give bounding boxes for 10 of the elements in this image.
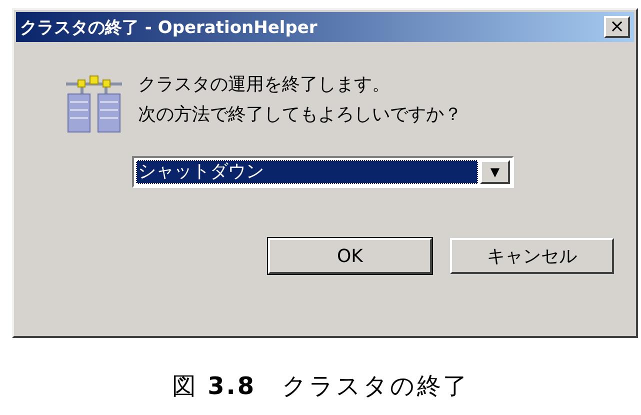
dialog-button[interactable]: OK	[268, 238, 432, 274]
dialog-button[interactable]: キャンセル	[450, 238, 614, 274]
close-button[interactable]: ×	[604, 16, 630, 38]
dropdown-value: シャットダウン	[136, 160, 478, 184]
message-text: 次の方法で終了してもよろしいですか？	[138, 103, 462, 126]
message-text: クラスタの運用を終了します。	[138, 73, 391, 96]
window-title: クラスタの終了 - OperationHelper	[20, 16, 318, 38]
figure-caption: 図 3.8 クラスタの終了	[170, 371, 470, 402]
method-dropdown[interactable]: シャットダウン ▼	[132, 156, 514, 188]
dropdown-arrow-button[interactable]: ▼	[480, 160, 510, 184]
